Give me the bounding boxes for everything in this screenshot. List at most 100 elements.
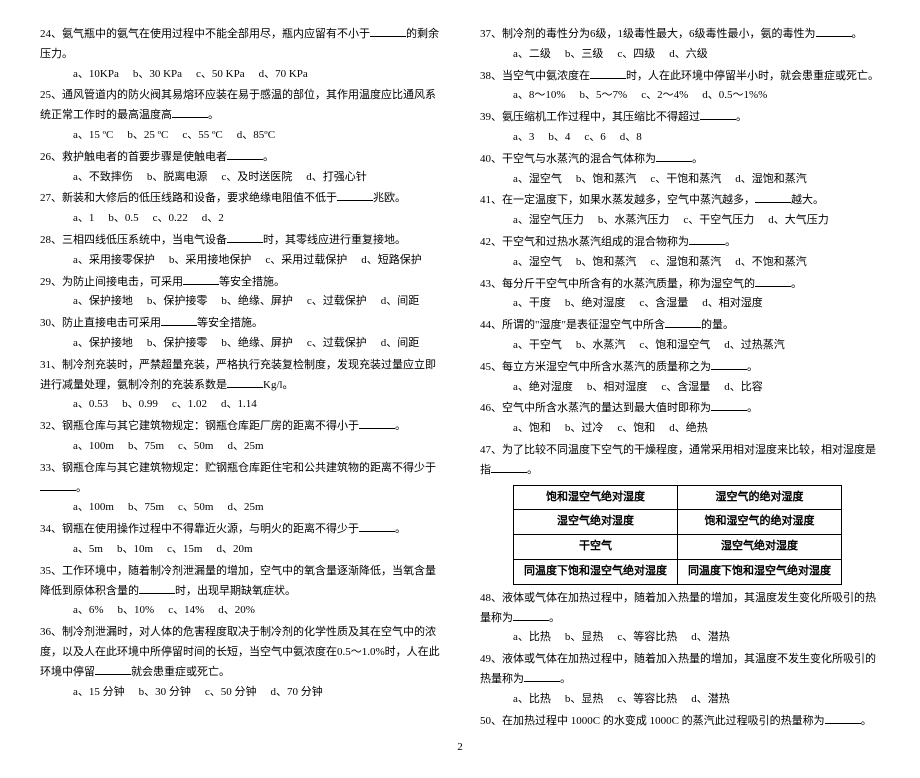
question-39: 39、氨压缩机工作过程中，其压缩比不得超过。a、3b、4c、6d、8 (480, 108, 880, 148)
option: d、20% (218, 601, 255, 621)
option: d、短路保护 (361, 251, 422, 271)
option: a、保护接地 (73, 292, 133, 312)
option: d、1.14 (221, 395, 257, 415)
option: b、4 (548, 128, 570, 148)
question-options: a、0.53b、0.99c、1.02d、1.14 (40, 395, 440, 415)
question-stem: 40、干空气与水蒸汽的混合气体称为。 (480, 150, 880, 170)
question-options: a、湿空气压力b、水蒸汽压力c、干空气压力d、大气压力 (480, 211, 880, 231)
option: d、0.5～1%% (702, 86, 767, 106)
option: d、8 (620, 128, 642, 148)
option: d、湿饱和蒸汽 (735, 170, 807, 190)
option: b、绝缘、屏护 (221, 292, 293, 312)
question-stem: 32、钢瓶仓库与其它建筑物规定：钢瓶仓库距厂房的距离不得小于。 (40, 417, 440, 437)
question-43: 43、每分斤干空气中所含有的水蒸汽质量，称为湿空气的。a、干度b、绝对湿度c、含… (480, 275, 880, 315)
question-32: 32、钢瓶仓库与其它建筑物规定：钢瓶仓库距厂房的距离不得小于。a、100mb、7… (40, 417, 440, 457)
option: d、过热蒸汽 (724, 336, 785, 356)
option: a、1 (73, 209, 94, 229)
option: a、绝对湿度 (513, 378, 573, 398)
table-cell: 饱和湿空气绝对湿度 (514, 485, 678, 510)
left-column: 24、氨气瓶中的氨气在使用过程中不能全部用尽，瓶内应留有不小于的剩余压力。a、1… (40, 25, 440, 733)
option: c、14% (168, 601, 204, 621)
option: d、2 (202, 209, 224, 229)
question-stem: 47、为了比较不同温度下空气的干燥程度，通常采用相对湿度来比较，相对湿度是指。 (480, 441, 880, 481)
page-number: 2 (40, 741, 880, 753)
option: a、比热 (513, 690, 551, 710)
option: d、间距 (381, 292, 420, 312)
option: b、显热 (565, 690, 604, 710)
question-options: a、3 b、4 c、6 d、8 (480, 128, 880, 148)
question-50: 50、在加热过程中 1000C 的水变成 1000C 的蒸汽此过程吸引的热量称为… (480, 712, 880, 732)
table-cell: 同温度下饱和湿空气绝对湿度 (678, 559, 842, 584)
option: a、干空气 (513, 336, 562, 356)
option: d、绝热 (669, 419, 708, 439)
table-cell: 饱和湿空气的绝对湿度 (678, 510, 842, 535)
question-48: 48、液体或气体在加热过程中，随着加入热量的增加，其温度发生变化所吸引的热量称为… (480, 589, 880, 648)
option: a、饱和 (513, 419, 551, 439)
question-38: 38、当空气中氨浓度在时，人在此环境中停留半小时，就会患重症或死亡。a、8～10… (480, 67, 880, 107)
option: d、六级 (669, 45, 708, 65)
option: b、保护接零 (147, 292, 208, 312)
option: c、过载保护 (307, 292, 367, 312)
option: a、15 分钟 (73, 683, 125, 703)
option: b、0.5 (108, 209, 138, 229)
question-stem: 30、防止直接电击可采用等安全措施。 (40, 314, 440, 334)
question-stem: 26、救护触电者的首要步骤是使触电者。 (40, 148, 440, 168)
option: c、2～4% (641, 86, 688, 106)
option: a、15 ºC (73, 126, 113, 146)
option: a、3 (513, 128, 534, 148)
option: a、不致摔伤 (73, 168, 133, 188)
option: a、6% (73, 601, 104, 621)
question-28: 28、三相四线低压系统中，当电气设备时，其零线应进行重复接地。a、采用接零保护b… (40, 231, 440, 271)
question-34: 34、钢瓶在使用操作过程中不得靠近火源，与明火的距离不得少于。a、5mb、10m… (40, 520, 440, 560)
question-options: a、采用接零保护b、采用接地保护c、采用过载保护d、短路保护 (40, 251, 440, 271)
right-column: 37、制冷剂的毒性分为6级，1级毒性最大，6级毒性最小，氨的毒性为。a、二级 b、… (480, 25, 880, 733)
question-stem: 28、三相四线低压系统中，当电气设备时，其零线应进行重复接地。 (40, 231, 440, 251)
option: b、绝对湿度 (565, 294, 626, 314)
option: a、0.53 (73, 395, 108, 415)
option: d、70 KPa (259, 65, 308, 85)
question-27: 27、新装和大修后的低压线路和设备，要求绝缘电阻值不低于兆欧。a、1b、0.5c… (40, 189, 440, 229)
question-stem: 34、钢瓶在使用操作过程中不得靠近火源，与明火的距离不得少于。 (40, 520, 440, 540)
question-47: 47、为了比较不同温度下空气的干燥程度，通常采用相对湿度来比较，相对湿度是指。饱… (480, 441, 880, 585)
option: c、50m (178, 498, 213, 518)
question-options: a、10KPab、30 KPac、50 KPad、70 KPa (40, 65, 440, 85)
option: c、等容比热 (617, 628, 677, 648)
question-stem: 37、制冷剂的毒性分为6级，1级毒性最大，6级毒性最小，氨的毒性为。 (480, 25, 880, 45)
question-options: a、比热b、显热c、等容比热d、潜热 (480, 690, 880, 710)
question-31: 31、制冷剂充装时，严禁超量充装，严格执行充装复检制度，发现充装过量应立即进行减… (40, 356, 440, 415)
table-cell: 干空气 (514, 535, 678, 560)
question-33: 33、钢瓶仓库与其它建筑物规定：贮钢瓶仓库距住宅和公共建筑物的距离不得少于。a、… (40, 459, 440, 518)
question-42: 42、干空气和过热水蒸汽组成的混合物称为。a、湿空气b、饱和蒸汽c、湿饱和蒸汽d… (480, 233, 880, 273)
page: 24、氨气瓶中的氨气在使用过程中不能全部用尽，瓶内应留有不小于的剩余压力。a、1… (40, 25, 880, 733)
option: b、相对湿度 (587, 378, 648, 398)
question-stem: 41、在一定温度下，如果水蒸发越多，空气中蒸汽越多，越大。 (480, 191, 880, 211)
table-cell: 湿空气绝对湿度 (678, 535, 842, 560)
option: a、湿空气 (513, 170, 562, 190)
question-options: a、1b、0.5c、0.22d、2 (40, 209, 440, 229)
question-26: 26、救护触电者的首要步骤是使触电者。a、不致摔伤b、脱离电源c、及时送医院d、… (40, 148, 440, 188)
question-options: a、100mb、75mc、50md、25m (40, 498, 440, 518)
question-24: 24、氨气瓶中的氨气在使用过程中不能全部用尽，瓶内应留有不小于的剩余压力。a、1… (40, 25, 440, 84)
option: c、四级 (617, 45, 655, 65)
option: c、6 (584, 128, 605, 148)
option: b、脱离电源 (147, 168, 208, 188)
option: a、100m (73, 437, 114, 457)
table-cell: 湿空气的绝对湿度 (678, 485, 842, 510)
question-stem: 36、制冷剂泄漏时，对人体的危害程度取决于制冷剂的化学性质及其在空气中的浓度，以… (40, 623, 440, 682)
question-stem: 29、为防止间接电击，可采用等安全措施。 (40, 273, 440, 293)
option: b、饱和蒸汽 (576, 170, 637, 190)
question-44: 44、所谓的"湿度"是表征湿空气中所含的量。a、干空气b、水蒸汽c、饱和湿空气d… (480, 316, 880, 356)
option: b、30 KPa (133, 65, 182, 85)
question-stem: 42、干空气和过热水蒸汽组成的混合物称为。 (480, 233, 880, 253)
question-stem: 31、制冷剂充装时，严禁超量充装，严格执行充装复检制度，发现充装过量应立即进行减… (40, 356, 440, 396)
question-stem: 25、通风管道内的防火阀其易熔环应装在易于感温的部位，其作用温度应比通风系统正常… (40, 86, 440, 126)
option: d、间距 (381, 334, 420, 354)
question-stem: 38、当空气中氨浓度在时，人在此环境中停留半小时，就会患重症或死亡。 (480, 67, 880, 87)
option: a、二级 (513, 45, 551, 65)
option: c、采用过载保护 (265, 251, 347, 271)
option: d、大气压力 (768, 211, 829, 231)
question-stem: 46、空气中所含水蒸汽的量达到最大值时即称为。 (480, 399, 880, 419)
option: b、5～7% (580, 86, 628, 106)
question-options: a、100mb、75mc、50md、25m (40, 437, 440, 457)
option: b、显热 (565, 628, 604, 648)
